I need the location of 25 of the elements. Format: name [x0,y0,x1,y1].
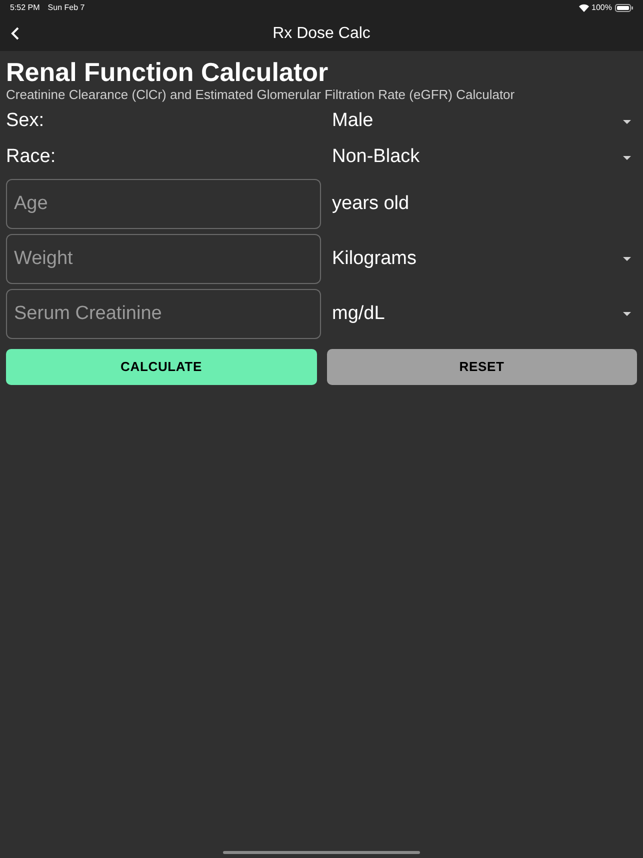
field-label: Sex: [6,109,46,134]
battery-percentage: 100% [592,2,612,14]
field-label: Race: [6,145,57,170]
wifi-icon [578,4,589,12]
battery-icon [615,4,633,12]
dropdown-caret-icon [623,312,631,316]
page-title: Renal Function Calculator [6,57,330,87]
dropdown-caret-icon [623,120,631,124]
input-field[interactable]: Serum Creatinine [6,289,321,339]
unit-dropdown[interactable]: Kilograms [327,244,637,274]
unit-label: years old [331,192,410,216]
back-chevron-icon [11,26,19,40]
status-time: 5:52 PM [10,2,40,14]
unit-dropdown[interactable]: mg/dL [327,300,637,328]
page-subtitle: Creatinine Clearance (ClCr) and Estimated Glomerular Filtration Rate (eGFR) Calculator [6,87,516,103]
calculate-button[interactable]: CALCULATE [6,349,316,385]
input-field[interactable]: Weight [6,234,321,284]
nav-title: Rx Dose Calc [272,24,370,44]
dropdown-select[interactable]: Non-Black [327,143,637,172]
dropdown-select[interactable]: Male [327,107,637,136]
dropdown-caret-icon [623,257,631,261]
status-date: Sun Feb 7 [48,2,85,14]
dropdown-caret-icon [623,156,631,160]
reset-button[interactable]: RESET [326,349,637,385]
input-field[interactable]: Age [6,179,321,229]
